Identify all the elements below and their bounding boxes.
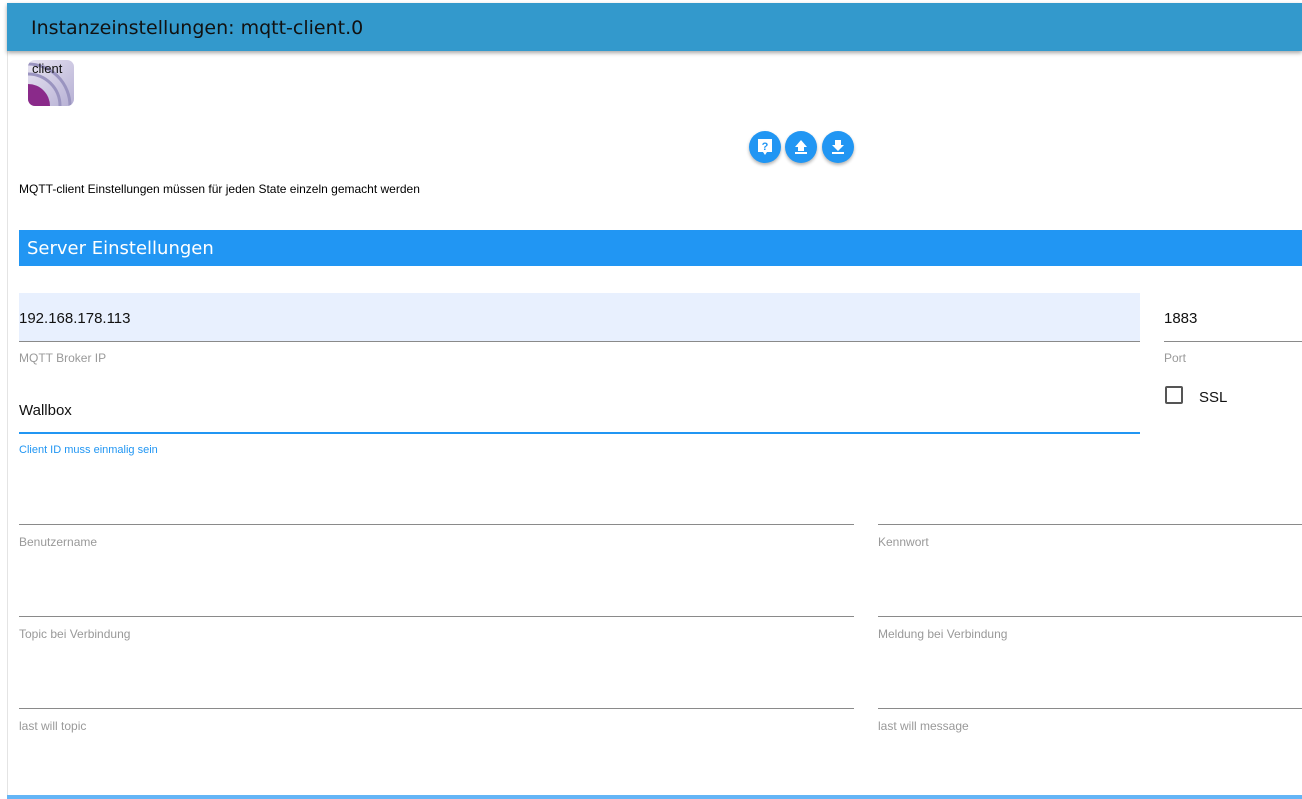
last-will-message-label: last will message — [878, 719, 969, 733]
dialog-header: Instanzeinstellungen: mqtt-client.0 — [7, 3, 1302, 51]
password-input[interactable] — [878, 476, 1302, 525]
client-id-helper: Client ID muss einmalig sein — [19, 444, 158, 456]
bottom-divider — [7, 795, 1302, 799]
broker-ip-input[interactable]: 192.168.178.113 — [19, 293, 1140, 342]
help-icon: ? — [758, 139, 772, 155]
message-connect-label: Meldung bei Verbindung — [878, 627, 1008, 641]
last-will-topic-input[interactable] — [19, 660, 854, 709]
topic-connect-input[interactable] — [19, 568, 854, 617]
logo-text: client — [32, 61, 63, 76]
password-label: Kennwort — [878, 535, 929, 549]
info-note: MQTT-client Einstellungen müssen für jed… — [19, 182, 420, 196]
help-button[interactable]: ? — [749, 131, 781, 163]
broker-ip-label: MQTT Broker IP — [19, 351, 107, 365]
last-will-message-input[interactable] — [878, 660, 1302, 709]
ssl-label: SSL — [1199, 389, 1228, 406]
upload-button[interactable] — [785, 131, 817, 163]
client-id-input[interactable]: Wallbox — [19, 385, 1140, 434]
adapter-logo: client — [28, 60, 74, 106]
download-icon — [832, 140, 844, 154]
svg-text:?: ? — [762, 141, 769, 153]
section-header: Server Einstellungen — [19, 230, 1302, 266]
ssl-checkbox[interactable] — [1165, 386, 1183, 404]
username-label: Benutzername — [19, 535, 98, 549]
topic-connect-label: Topic bei Verbindung — [19, 627, 131, 641]
username-input[interactable] — [19, 476, 854, 525]
client-id-value: Wallbox — [19, 402, 72, 419]
dialog-title: Instanzeinstellungen: mqtt-client.0 — [31, 17, 364, 39]
port-label: Port — [1164, 351, 1187, 365]
broker-ip-value: 192.168.178.113 — [19, 310, 131, 327]
port-input[interactable]: 1883 — [1164, 293, 1302, 342]
message-connect-input[interactable] — [878, 568, 1302, 617]
last-will-topic-label: last will topic — [19, 719, 87, 733]
port-value: 1883 — [1164, 310, 1198, 327]
upload-icon — [795, 140, 807, 154]
download-button[interactable] — [822, 131, 854, 163]
